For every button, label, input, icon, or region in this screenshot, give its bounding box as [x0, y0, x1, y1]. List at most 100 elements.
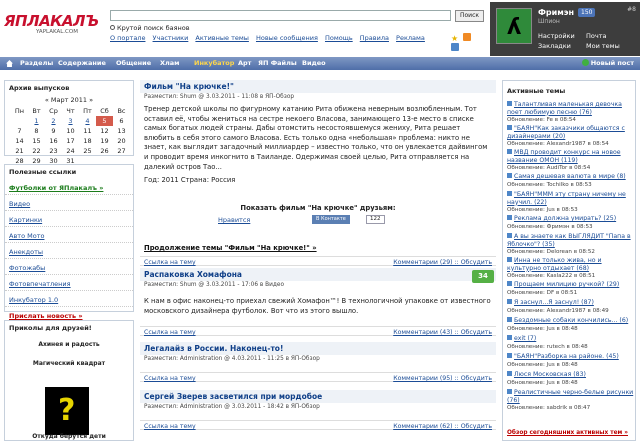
list-item: Инна не только жива, но и культурно отды… [507, 257, 635, 281]
link-photo-impressions[interactable]: Фотовпечатления [5, 278, 133, 291]
list-item: А вы знаете как ВЫГЛЯДИТ "Папа в Яблочко… [507, 233, 635, 257]
home-icon[interactable] [6, 60, 13, 67]
menu-chat[interactable]: Общение [116, 59, 151, 67]
topnav-active-topics[interactable]: Активные темы [195, 34, 248, 42]
avatar[interactable]: ʎ [496, 8, 532, 44]
topic-link[interactable]: Реклама должна умирать? (25) [514, 215, 616, 222]
topnav-ads[interactable]: Реклама [396, 34, 425, 42]
comments-link[interactable]: Комментарии (95) :: Обсудить [393, 375, 492, 382]
search-radio-icon[interactable] [110, 25, 115, 30]
topic-bullet-icon [507, 317, 512, 322]
topic-link[interactable]: "БАЯН"Разборка на районе. (45) [514, 353, 619, 360]
topic-link[interactable]: Бездомные собаки кончились... (6) [514, 317, 628, 324]
topic-link[interactable]: Ссылка на тему [144, 329, 196, 336]
like-link[interactable]: Нравится [218, 216, 250, 224]
topic-bullet-icon [507, 215, 512, 220]
cal-cell: 10 [66, 127, 75, 135]
list-item: Самая дешевая валюта в мире (8) Обновлени… [507, 173, 635, 189]
new-post-button[interactable]: Новый пост [581, 59, 634, 67]
user-settings-link[interactable]: Настройки [538, 32, 575, 40]
menu-files[interactable]: ЯП Файлы [258, 59, 297, 67]
comments-link[interactable]: Комментарии (29) :: Обсудить [393, 259, 492, 266]
calendar-heading: Архив выпусков [9, 84, 70, 92]
comments-link[interactable]: Комментарии (43) :: Обсудить [393, 329, 492, 336]
menu-art[interactable]: Арт [238, 59, 251, 67]
avatar-glyph-icon: ʎ [507, 15, 522, 40]
username[interactable]: Фримэн [538, 8, 574, 17]
topic-link[interactable]: Люся Московская (83) [514, 371, 586, 378]
topic-link[interactable]: Я заснул...Я заснул! (87) [514, 299, 594, 306]
link-video[interactable]: Видео [5, 198, 133, 211]
topnav-members[interactable]: Участники [153, 34, 189, 42]
cal-cell: 23 [49, 147, 58, 155]
vk-share-button[interactable]: В Контакте [312, 215, 350, 224]
bookmark-icon[interactable] [451, 43, 459, 51]
topic-link[interactable]: Прощаем милицию ручкой? (29) [514, 281, 619, 288]
post-title[interactable]: Легалайз в России. Наконец-то! [140, 342, 496, 355]
cal-cell[interactable]: 2 [45, 116, 62, 126]
cal-cell-today[interactable]: 5 [96, 116, 113, 126]
user-mail-link[interactable]: Почта [586, 32, 606, 40]
topnav-about[interactable]: О портале [110, 34, 145, 42]
topic-link[interactable]: А вы знаете как ВЫГЛЯДИТ "Папа в Яблочко… [507, 233, 631, 248]
comments-link[interactable]: Комментарии (62) :: Обсудить [393, 423, 492, 430]
magic-square-image[interactable]: ? [45, 387, 89, 435]
active-topics-overview-link[interactable]: Обзор сегодняшних активных тем » [507, 430, 628, 436]
topic-updated: Обновление: sabdrik в 08:47 [507, 405, 591, 411]
link-tshirts[interactable]: Футболки от ЯПлакалъ » [5, 182, 133, 195]
topnav-help[interactable]: Помощь [325, 34, 353, 42]
list-item: Реклама должна умирать? (25) Обновление: … [507, 215, 635, 231]
list-item: Люся Московская (83) Обновление: Jus в 08… [507, 371, 635, 387]
link-pictures[interactable]: Картинки [5, 214, 133, 227]
cal-cell[interactable]: 4 [79, 116, 96, 126]
topic-updated: Обновление: Fe в 08:54 [507, 117, 576, 123]
friends-item-magic-square[interactable]: Магический квадрат [5, 360, 133, 367]
search-button[interactable]: Поиск [455, 10, 484, 22]
search-hint[interactable]: Крутой поиск баянов [110, 24, 190, 32]
link-incubator[interactable]: Инкубатор 1.0 [5, 294, 133, 307]
topic-link[interactable]: МВД проводит конкурс на новое название О… [507, 149, 621, 164]
topic-link[interactable]: Талантливая маленькая девочка поет любим… [507, 101, 622, 116]
list-item: Талантливая маленькая девочка поет любим… [507, 101, 635, 125]
site-logo[interactable]: ЯПЛАКАЛЪ YAPLAKAL.COM [4, 12, 104, 52]
menu-incubator[interactable]: Инкубатор [194, 59, 234, 67]
continue-topic-link[interactable]: Продолжение темы "Фильм "На крючке!" » [144, 244, 317, 252]
search-input[interactable] [110, 10, 451, 21]
topic-bullet-icon [507, 101, 512, 106]
user-topics-link[interactable]: Мои темы [586, 42, 620, 50]
list-item: Прощаем милицию ручкой? (29) Обновление: … [507, 281, 635, 297]
topic-link[interactable]: Реалистичные черно-белые рисунки (76) [507, 389, 633, 404]
topic-link[interactable]: Ссылка на тему [144, 375, 196, 382]
topic-link[interactable]: "БАЯН"МММ эту страну ничему не научил. (… [507, 191, 626, 206]
topic-link[interactable]: "БАЯН"Как заказчики общаются с дизайнера… [507, 125, 625, 140]
post-title[interactable]: Распаковка Хомафона [140, 268, 496, 281]
cal-cell: 12 [100, 127, 109, 135]
star-icon[interactable]: ★ [451, 35, 459, 43]
menu-content[interactable]: Содержание [58, 59, 106, 67]
topic-link[interactable]: Ссылка на тему [144, 259, 196, 266]
topnav-new-messages[interactable]: Новые сообщения [256, 34, 318, 42]
user-bookmarks-link[interactable]: Закладки [538, 42, 571, 50]
friends-item-kids[interactable]: Откуда берутся дети [5, 433, 133, 440]
topic-link[interactable]: Ссылка на тему [144, 423, 196, 430]
menu-sections[interactable]: Разделы [20, 59, 53, 67]
cal-cell: 16 [49, 137, 58, 145]
menu-junk[interactable]: Хлам [160, 59, 179, 67]
link-auto[interactable]: Авто Мото [5, 230, 133, 243]
topic-link[interactable]: Самая дешевая валюта в мире (8) [514, 173, 626, 180]
cal-cell: 27 [117, 147, 126, 155]
post-title[interactable]: Фильм "На крючке!" [140, 80, 496, 93]
friends-item-nonsense[interactable]: Ахинея и радость [5, 341, 133, 348]
cal-cell[interactable]: 3 [62, 116, 79, 126]
topnav-rules[interactable]: Правила [360, 34, 389, 42]
link-jokes[interactable]: Анекдоты [5, 246, 133, 259]
cal-cell[interactable]: 1 [28, 116, 45, 126]
calendar-month[interactable]: « Март 2011 » [5, 96, 133, 104]
menu-video[interactable]: Видео [302, 59, 326, 67]
topic-link[interactable]: Инна не только жива, но и культурно отды… [507, 257, 602, 272]
rss-icon[interactable] [463, 33, 472, 41]
topic-link[interactable]: exit (7) [514, 335, 536, 342]
topic-bullet-icon [507, 299, 512, 304]
link-photoshops[interactable]: Фотожабы [5, 262, 133, 275]
post-title[interactable]: Сергей Зверев засветился при мордобое [140, 390, 496, 403]
